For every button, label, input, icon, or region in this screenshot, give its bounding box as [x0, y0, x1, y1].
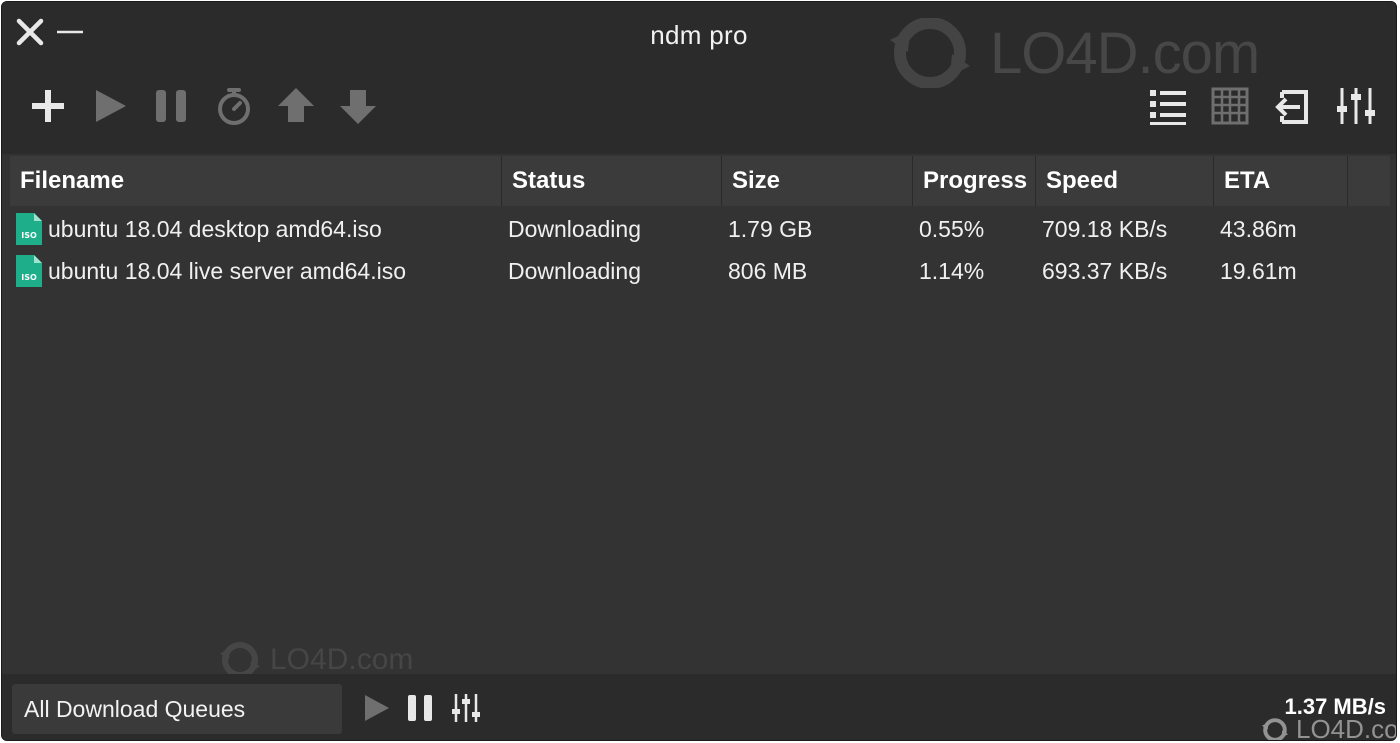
queue-selector[interactable]: All Download Queues — [12, 684, 342, 734]
queue-pause-icon[interactable] — [404, 692, 436, 724]
column-header-filename[interactable]: Filename — [10, 156, 502, 206]
iso-file-icon: ISO — [16, 213, 42, 245]
eta-cell: 19.61m — [1220, 257, 1297, 284]
grid-view-icon[interactable] — [1208, 84, 1252, 128]
status-cell: Downloading — [508, 257, 641, 284]
settings-sliders-icon[interactable] — [1334, 84, 1378, 128]
column-header-eta[interactable]: ETA — [1214, 156, 1348, 206]
watermark-bottom: LO4D.com — [1258, 714, 1396, 741]
watermark-top: LO4D.com — [878, 18, 1260, 88]
progress-cell: 1.14% — [919, 257, 985, 284]
move-up-icon[interactable] — [274, 84, 318, 128]
watermark-logo-icon — [1261, 717, 1289, 740]
speed-cell: 709.18 KB/s — [1042, 215, 1168, 242]
titlebar: ndm pro LO4D.com — [2, 2, 1396, 154]
column-header-progress[interactable]: Progress — [913, 156, 1036, 206]
watermark-logo-icon — [890, 18, 970, 88]
column-header-filler — [1348, 156, 1390, 206]
pause-icon[interactable] — [150, 84, 194, 128]
download-list: ISO ubuntu 18.04 desktop amd64.iso Downl… — [10, 208, 1390, 292]
table-row[interactable]: ISO ubuntu 18.04 live server amd64.iso D… — [10, 250, 1390, 292]
column-header-status[interactable]: Status — [502, 156, 722, 206]
watermark-text: LO4D.com — [1296, 714, 1396, 741]
iso-file-icon: ISO — [16, 255, 42, 287]
svg-text:ISO: ISO — [21, 273, 37, 282]
watermark-text: LO4D.com — [270, 643, 414, 676]
watermark-logo-icon — [220, 642, 260, 678]
watermark-text: LO4D.com — [990, 20, 1260, 86]
queue-play-icon[interactable] — [360, 692, 392, 724]
filename-text: ubuntu 18.04 desktop amd64.iso — [48, 215, 382, 242]
status-cell: Downloading — [508, 215, 641, 242]
filename-cell: ISO ubuntu 18.04 desktop amd64.iso — [10, 213, 502, 245]
queue-settings-icon[interactable] — [450, 692, 482, 724]
move-down-icon[interactable] — [336, 84, 380, 128]
progress-cell: 0.55% — [919, 215, 985, 242]
column-header-speed[interactable]: Speed — [1036, 156, 1214, 206]
import-icon[interactable] — [1270, 84, 1314, 128]
filename-text: ubuntu 18.04 live server amd64.iso — [48, 257, 406, 284]
svg-text:ISO: ISO — [21, 231, 37, 240]
watermark-middle: LO4D.com — [214, 642, 413, 678]
list-view-icon[interactable] — [1146, 84, 1190, 128]
add-icon[interactable] — [26, 84, 70, 128]
timer-icon[interactable] — [212, 84, 256, 128]
eta-cell: 43.86m — [1220, 215, 1297, 242]
status-bar: All Download Queues 1.37 MB/s — [2, 674, 1396, 740]
table-header: Filename Status Size Progress Speed ETA — [10, 156, 1390, 206]
size-cell: 1.79 GB — [728, 215, 813, 242]
table-row[interactable]: ISO ubuntu 18.04 desktop amd64.iso Downl… — [10, 208, 1390, 250]
play-icon[interactable] — [88, 84, 132, 128]
speed-cell: 693.37 KB/s — [1042, 257, 1168, 284]
app-window: ndm pro LO4D.com Filename Status Size Pr… — [1, 1, 1397, 741]
filename-cell: ISO ubuntu 18.04 live server amd64.iso — [10, 255, 502, 287]
column-header-size[interactable]: Size — [722, 156, 913, 206]
size-cell: 806 MB — [728, 257, 808, 284]
